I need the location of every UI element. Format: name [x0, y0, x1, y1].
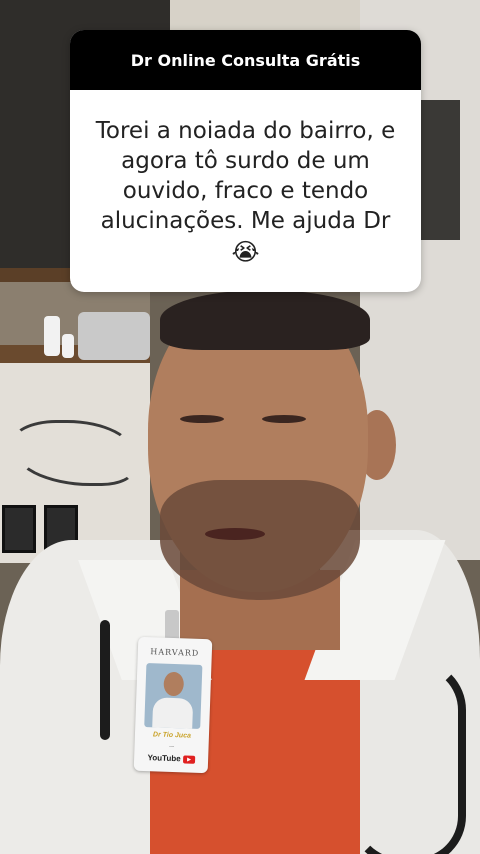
question-sticker-body: Torei a noiada do bairro, e agora tô sur… [70, 90, 421, 268]
hair [160, 290, 370, 350]
badge-channel: YouTube [140, 753, 202, 764]
badge-name: Dr Tio Juca [152, 731, 192, 740]
badge-photo-face [163, 671, 185, 697]
stethoscope [350, 660, 466, 854]
picture-frame [2, 505, 36, 553]
question-text: Torei a noiada do bairro, e agora tô sur… [95, 118, 396, 234]
badge-institution: HARVARD [150, 647, 200, 658]
small-bottle [62, 334, 74, 358]
youtube-icon [182, 755, 195, 764]
crying-face-icon: 😭 [231, 238, 260, 266]
stethoscope-tube [100, 620, 110, 740]
storage-box [78, 312, 150, 360]
question-sticker-header: Dr Online Consulta Grátis [70, 30, 421, 90]
question-sticker: Dr Online Consulta Grátis Torei a noiada… [70, 30, 421, 292]
beard [160, 480, 360, 600]
badge-photo-body [152, 697, 194, 729]
closed-eye-left [180, 415, 224, 423]
right-shelf [420, 100, 460, 240]
badge-divider: — [168, 743, 175, 751]
closed-eye-right [262, 415, 306, 423]
mouth [205, 528, 265, 540]
badge-channel-label: YouTube [147, 753, 181, 764]
bottle [44, 316, 60, 356]
badge-photo [144, 663, 203, 729]
id-badge: HARVARD Dr Tio Juca — YouTube [133, 636, 213, 774]
